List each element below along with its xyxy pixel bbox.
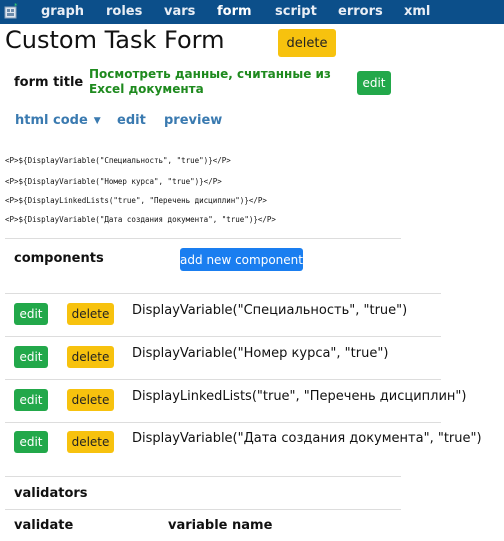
edit-component-button[interactable]: edit — [14, 431, 48, 453]
html-code-line: <P>${DisplayLinkedLists("true", "Перечен… — [5, 196, 267, 205]
divider — [5, 336, 441, 337]
page-title: Custom Task Form — [5, 26, 225, 54]
html-code-line: <P>${DisplayVariable("Номер курса", "tru… — [5, 177, 222, 186]
component-text: DisplayVariable("Дата создания документа… — [132, 431, 482, 446]
divider — [5, 476, 401, 477]
form-title-value: Посмотреть данные, считанные из Excel до… — [89, 67, 331, 96]
svg-text:*: * — [14, 3, 18, 10]
nav-roles[interactable]: roles — [106, 4, 142, 19]
home-icon[interactable]: * — [4, 2, 18, 19]
nav-vars[interactable]: vars — [164, 4, 195, 19]
delete-form-button[interactable]: delete — [278, 29, 336, 57]
nav-script[interactable]: script — [275, 4, 317, 19]
delete-component-button[interactable]: delete — [67, 303, 114, 325]
nav-graph[interactable]: graph — [41, 4, 84, 19]
divider — [5, 293, 441, 294]
column-header-variable-name: variable name — [168, 518, 273, 533]
edit-component-button[interactable]: edit — [14, 303, 48, 325]
delete-component-button[interactable]: delete — [67, 389, 114, 411]
nav-xml[interactable]: xml — [404, 4, 430, 19]
nav-errors[interactable]: errors — [338, 4, 383, 19]
component-text: DisplayVariable("Специальность", "true") — [132, 303, 408, 318]
form-title-label: form title — [14, 75, 84, 90]
add-new-component-button[interactable]: add new component — [180, 248, 303, 271]
top-nav-bar: * graph roles vars form script errors xm… — [0, 0, 504, 24]
edit-form-title-button[interactable]: edit — [357, 71, 391, 95]
divider — [5, 509, 401, 510]
html-code-line: <P>${DisplayVariable("Специальность", "t… — [5, 156, 231, 165]
nav-form[interactable]: form — [217, 4, 252, 19]
divider — [5, 379, 441, 380]
delete-component-button[interactable]: delete — [67, 431, 114, 453]
divider — [5, 422, 441, 423]
edit-component-button[interactable]: edit — [14, 346, 48, 368]
validators-title: validators — [14, 486, 88, 501]
tab-html-code-label: html code — [15, 113, 88, 128]
component-text: DisplayLinkedLists("true", "Перечень дис… — [132, 389, 467, 404]
tab-preview[interactable]: preview — [164, 113, 222, 128]
tab-edit[interactable]: edit — [117, 113, 146, 128]
html-code-line: <P>${DisplayVariable("Дата создания доку… — [5, 215, 276, 224]
components-title: components — [14, 251, 104, 266]
edit-component-button[interactable]: edit — [14, 389, 48, 411]
tab-html-code[interactable]: html code ▼ — [15, 113, 101, 128]
chevron-down-icon: ▼ — [93, 116, 101, 126]
divider — [5, 238, 401, 239]
component-text: DisplayVariable("Номер курса", "true") — [132, 346, 389, 361]
column-header-validate: validate — [14, 518, 74, 533]
delete-component-button[interactable]: delete — [67, 346, 114, 368]
